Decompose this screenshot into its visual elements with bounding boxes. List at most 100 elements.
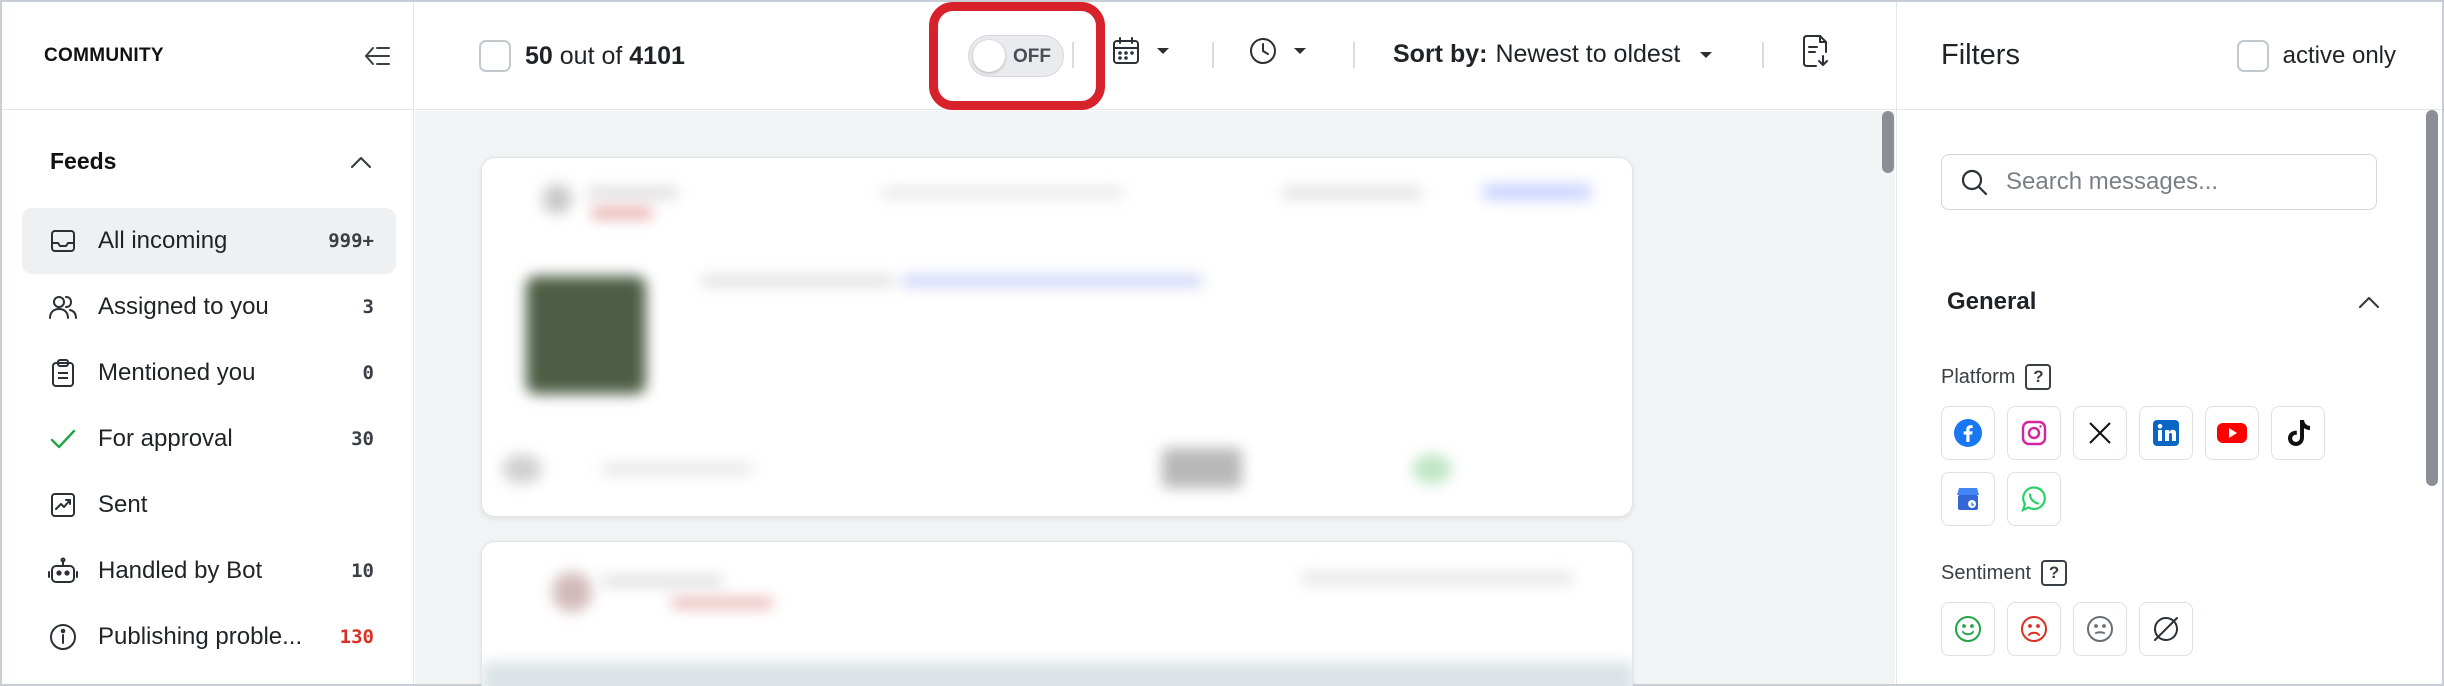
platform-google-business-button[interactable]: [1941, 472, 1995, 526]
platform-instagram-button[interactable]: [2007, 406, 2061, 460]
info-icon: [48, 622, 78, 652]
realtime-toggle[interactable]: OFF: [968, 35, 1064, 77]
sidebar-item-assigned[interactable]: Assigned to you 3: [22, 274, 396, 340]
count-mid-text: out of: [559, 41, 623, 70]
collapse-sidebar-icon[interactable]: [361, 43, 391, 69]
filters-title: Filters: [1941, 39, 2020, 71]
sidebar-item-label: Handled by Bot: [98, 557, 263, 584]
positive-sentiment-icon: [1955, 616, 1981, 642]
export-button[interactable]: [1800, 34, 1830, 68]
sidebar: COMMUNITY Feeds All incoming 999+ Assign…: [2, 2, 414, 684]
google-business-icon: [1957, 488, 1979, 510]
sidebar-item-count: 10: [351, 560, 374, 582]
sidebar-item-count: 30: [351, 428, 374, 450]
sort-dropdown[interactable]: Sort by: Newest to oldest: [1393, 40, 1714, 69]
sort-prefix: Sort by:: [1393, 40, 1488, 68]
inbox-icon: [48, 226, 78, 256]
toggle-knob: [973, 40, 1005, 72]
divider: [1212, 42, 1214, 68]
sentiment-label: Sentiment: [1941, 561, 2032, 584]
feed-scrollbar[interactable]: [1882, 111, 1894, 173]
platform-facebook-button[interactable]: [1941, 406, 1995, 460]
time-filter-button[interactable]: [1248, 36, 1308, 66]
toggle-label: OFF: [1013, 46, 1051, 67]
active-only-label: active only: [2282, 41, 2396, 69]
select-all-checkbox[interactable]: [479, 40, 511, 72]
feeds-title: Feeds: [50, 148, 117, 174]
platform-tiktok-button[interactable]: [2271, 406, 2325, 460]
message-card[interactable]: [481, 541, 1633, 686]
help-icon[interactable]: ?: [2041, 560, 2068, 586]
platform-label-row: Platform ?: [1941, 364, 2052, 390]
filters-scrollbar[interactable]: [2426, 110, 2438, 486]
message-feed: [415, 111, 1895, 686]
negative-sentiment-icon: [2021, 616, 2047, 642]
platform-label: Platform: [1941, 365, 2016, 388]
platform-linkedin-button[interactable]: [2139, 406, 2193, 460]
divider: [1762, 42, 1764, 68]
sidebar-item-count: 3: [362, 296, 374, 318]
sentiment-positive-button[interactable]: [1941, 602, 1995, 656]
platform-youtube-button[interactable]: [2205, 406, 2259, 460]
sentiment-negative-button[interactable]: [2007, 602, 2061, 656]
search-input[interactable]: [2006, 168, 2366, 196]
sidebar-item-label: Publishing proble...: [98, 623, 303, 650]
platform-x-button[interactable]: [2073, 406, 2127, 460]
check-icon: [48, 424, 78, 454]
search-box[interactable]: [1941, 154, 2377, 210]
whatsapp-icon: [2021, 486, 2046, 513]
active-only-filter[interactable]: active only: [2236, 39, 2396, 72]
count-total: 4101: [629, 41, 685, 70]
linkedin-icon: [2153, 420, 2179, 446]
chevron-up-icon: [2358, 296, 2380, 309]
topbar: 50 out of 4101 OFF Sort by: Newest to ol…: [415, 2, 1895, 110]
date-filter-button[interactable]: [1111, 36, 1171, 66]
sidebar-item-count: 0: [362, 362, 374, 384]
sort-value: Newest to oldest: [1495, 40, 1681, 68]
no-sentiment-icon: [2154, 617, 2178, 641]
clipboard-icon: [48, 358, 78, 388]
help-icon[interactable]: ?: [2025, 364, 2052, 390]
general-title: General: [1947, 288, 2037, 315]
sidebar-header: COMMUNITY: [2, 2, 413, 110]
clock-icon: [1250, 38, 1276, 64]
tiktok-icon: [2288, 420, 2310, 446]
sidebar-item-mentioned[interactable]: Mentioned you 0: [22, 340, 396, 406]
caret-down-icon: [1157, 48, 1169, 54]
calendar-icon: [1113, 37, 1139, 64]
brand-title: COMMUNITY: [44, 44, 164, 66]
caret-down-icon: [1294, 48, 1306, 54]
filters-header: Filters active only: [1897, 2, 2442, 110]
sidebar-item-all-incoming[interactable]: All incoming 999+: [22, 208, 396, 274]
sidebar-item-label: All incoming: [98, 227, 228, 254]
sidebar-item-publishing-problems[interactable]: Publishing proble... 130: [22, 604, 396, 670]
export-file-icon: [1803, 35, 1828, 67]
active-only-checkbox[interactable]: [2236, 39, 2269, 72]
sidebar-item-label: For approval: [98, 425, 233, 452]
bot-icon: [48, 556, 78, 586]
sentiment-label-row: Sentiment ?: [1941, 560, 2068, 586]
caret-down-icon: [1700, 51, 1713, 58]
users-icon: [48, 292, 78, 322]
feed-list: All incoming 999+ Assigned to you 3 Ment…: [22, 208, 396, 670]
sentiment-none-button[interactable]: [2139, 602, 2193, 656]
filters-panel: Filters active only General Platform ?: [1896, 2, 2442, 684]
sidebar-item-sent[interactable]: Sent: [22, 472, 396, 538]
sidebar-item-handled-by-bot[interactable]: Handled by Bot 10: [22, 538, 396, 604]
sentiment-neutral-button[interactable]: [2073, 602, 2127, 656]
count-shown: 50: [525, 41, 553, 70]
sidebar-item-for-approval[interactable]: For approval 30: [22, 406, 396, 472]
search-icon: [1961, 169, 1988, 196]
x-icon: [2089, 422, 2111, 444]
youtube-icon: [2217, 423, 2247, 443]
sidebar-item-label: Assigned to you: [98, 293, 269, 320]
neutral-sentiment-icon: [2087, 616, 2113, 642]
general-section-header[interactable]: General: [1947, 288, 2381, 316]
instagram-icon: [2021, 420, 2047, 446]
sidebar-item-count: 130: [339, 626, 374, 648]
message-card[interactable]: [481, 157, 1633, 517]
platform-whatsapp-button[interactable]: [2007, 472, 2061, 526]
chevron-up-icon: [350, 156, 372, 168]
feeds-header[interactable]: Feeds: [50, 148, 373, 175]
sidebar-item-count: 999+: [328, 230, 374, 252]
